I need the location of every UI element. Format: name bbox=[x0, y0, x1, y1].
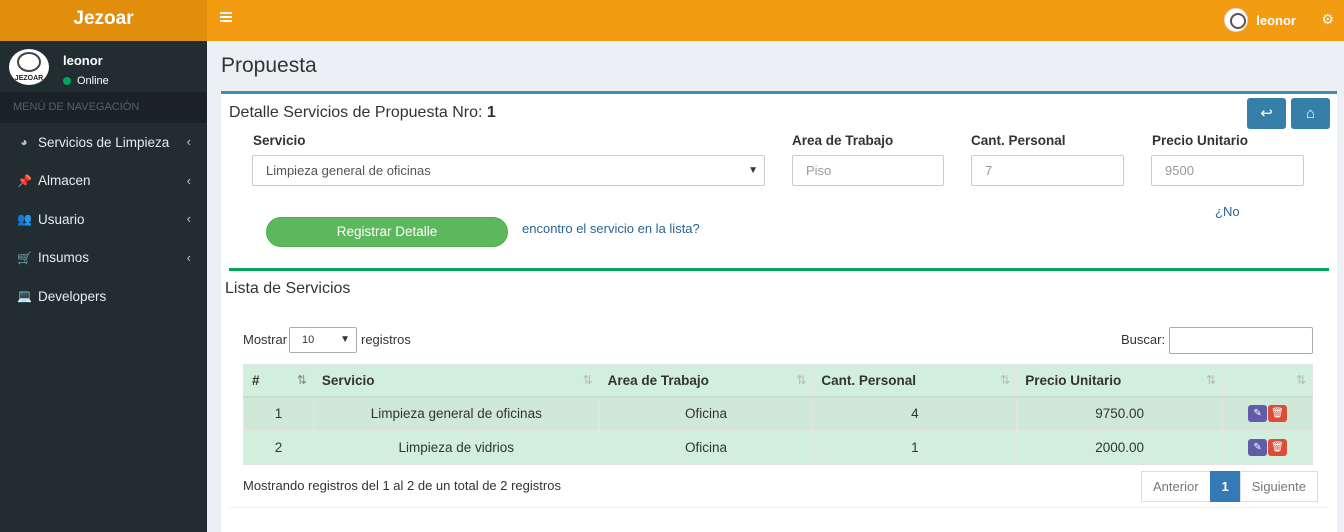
services-table: # ⇅ Servicio ⇅ Area de Trabajo ⇅ Cant. Pers… bbox=[243, 364, 1313, 465]
laptop-icon: 💻 bbox=[17, 289, 32, 304]
list-title: Lista de Servicios bbox=[225, 280, 351, 297]
proposal-number: 1 bbox=[486, 104, 496, 121]
sort-asc-icon: ⇅ bbox=[296, 373, 307, 387]
col-cant[interactable]: Cant. Personal ⇅ bbox=[812, 364, 1018, 398]
delete-button[interactable]: 🗑 bbox=[1268, 439, 1288, 456]
col-servicio[interactable]: Servicio ⇅ bbox=[312, 364, 600, 398]
search-input[interactable] bbox=[1169, 327, 1313, 354]
register-detail-button[interactable]: Registrar Detalle bbox=[266, 217, 508, 247]
navbar-user-name: leonor bbox=[1256, 12, 1296, 28]
menu-toggle-icon[interactable] bbox=[220, 12, 232, 24]
cell-cant: 1 bbox=[812, 430, 1018, 465]
user-panel: JEZOAR leonor Online bbox=[0, 41, 207, 92]
chevron-left-icon: ‹ bbox=[186, 211, 191, 226]
col-area[interactable]: Area de Trabajo ⇅ bbox=[598, 364, 814, 398]
sidebar: JEZOAR leonor Online MENÚ DE NAVEGACIÓN … bbox=[0, 41, 207, 532]
pagination-page-1[interactable]: 1 bbox=[1209, 471, 1241, 502]
divider bbox=[229, 507, 1329, 508]
cell-servicio: Limpieza general de oficinas bbox=[312, 396, 600, 431]
precio-input[interactable]: 9500 bbox=[1151, 155, 1304, 186]
home-button[interactable]: ⌂ bbox=[1291, 98, 1330, 129]
back-button[interactable]: ↩ bbox=[1247, 98, 1286, 129]
user-menu[interactable]: leonor bbox=[1224, 8, 1296, 32]
caret-down-icon: ▼ bbox=[748, 165, 758, 176]
cell-cant: 4 bbox=[812, 396, 1018, 431]
sort-icon: ⇅ bbox=[1000, 373, 1010, 387]
sidebar-avatar: JEZOAR bbox=[9, 49, 49, 85]
page-length-select[interactable]: 10 ▼ bbox=[289, 327, 357, 353]
cell-area: Oficina bbox=[598, 396, 814, 431]
status-online: Online bbox=[63, 75, 109, 87]
sort-icon: ⇅ bbox=[1205, 373, 1216, 387]
service-not-found-link[interactable]: encontro el servicio en la lista? bbox=[522, 221, 700, 236]
detail-box: Detalle Servicios de Propuesta Nro: 1 ↩ … bbox=[221, 91, 1337, 532]
pagination: Anterior 1 Siguiente bbox=[1141, 471, 1318, 502]
table-row: 2 Limpieza de vidrios Oficina 1 2000.00 … bbox=[243, 430, 1313, 465]
area-input[interactable]: Piso bbox=[792, 155, 944, 186]
trash-icon: 🗑 bbox=[1271, 442, 1284, 453]
gears-icon[interactable]: ⚙ bbox=[1321, 11, 1334, 28]
sidebar-item-servicios-limpieza[interactable]: ◕ Servicios de Limpieza ‹ bbox=[0, 123, 207, 162]
cell-precio: 2000.00 bbox=[1016, 430, 1224, 465]
chevron-left-icon: ‹ bbox=[186, 249, 191, 265]
cell-number: 1 bbox=[243, 396, 314, 431]
pagination-next[interactable]: Siguiente bbox=[1239, 471, 1318, 502]
col-precio[interactable]: Precio Unitario ⇅ bbox=[1016, 364, 1224, 398]
precio-label: Precio Unitario bbox=[1152, 133, 1249, 148]
nav-header: MENÚ DE NAVEGACIÓN bbox=[0, 92, 207, 123]
length-prefix: Mostrar bbox=[243, 332, 288, 347]
col-actions[interactable]: ⇅ bbox=[1222, 364, 1313, 398]
top-navbar: leonor ⚙ bbox=[207, 0, 1344, 41]
sort-icon: ⇅ bbox=[1295, 373, 1306, 387]
pagination-prev[interactable]: Anterior bbox=[1141, 471, 1211, 502]
page-title: Propuesta bbox=[221, 54, 317, 77]
sort-icon: ⇅ bbox=[582, 373, 593, 387]
sidebar-user-name: leonor bbox=[63, 53, 103, 68]
edit-button[interactable]: ✎ bbox=[1248, 405, 1268, 423]
cant-input[interactable]: 7 bbox=[971, 155, 1124, 186]
servicio-select[interactable]: Limpieza general de oficinas ▼ bbox=[252, 155, 765, 186]
length-suffix: registros bbox=[361, 332, 411, 347]
online-dot-icon bbox=[63, 77, 71, 85]
chevron-left-icon: ‹ bbox=[186, 134, 191, 149]
trash-icon: 🗑 bbox=[1271, 408, 1284, 420]
edit-button[interactable]: ✎ bbox=[1248, 439, 1268, 456]
pin-icon: 📌 bbox=[17, 173, 32, 188]
cell-number: 2 bbox=[243, 430, 314, 465]
cell-area: Oficina bbox=[598, 430, 814, 465]
no-link[interactable]: ¿No bbox=[1215, 204, 1240, 219]
search-label: Buscar: bbox=[1121, 332, 1166, 347]
sidebar-item-insumos[interactable]: 🛒 Insumos ‹ bbox=[0, 239, 207, 278]
servicio-label: Servicio bbox=[253, 133, 306, 148]
cart-icon: 🛒 bbox=[17, 250, 32, 265]
sidebar-item-almacen[interactable]: 📌 Almacen ‹ bbox=[0, 162, 207, 201]
sort-icon: ⇅ bbox=[796, 373, 806, 387]
sidebar-item-usuario[interactable]: 👥 Usuario ‹ bbox=[0, 200, 207, 239]
dashboard-icon: ◕ bbox=[20, 135, 28, 150]
detail-title: Detalle Servicios de Propuesta Nro: 1 bbox=[229, 104, 496, 121]
app-logo[interactable]: Jezoar bbox=[0, 0, 207, 41]
cell-actions: ✎ 🗑 bbox=[1222, 396, 1313, 431]
area-label: Area de Trabajo bbox=[792, 133, 894, 148]
reply-icon: ↩ bbox=[1260, 105, 1273, 122]
chevron-left-icon: ‹ bbox=[186, 172, 191, 188]
cant-label: Cant. Personal bbox=[971, 133, 1066, 148]
table-row: 1 Limpieza general de oficinas Oficina 4… bbox=[243, 396, 1313, 431]
delete-button[interactable]: 🗑 bbox=[1268, 405, 1288, 423]
table-info: Mostrando registros del 1 al 2 de un tot… bbox=[243, 478, 561, 493]
edit-icon: ✎ bbox=[1253, 442, 1262, 453]
home-icon: ⌂ bbox=[1305, 105, 1316, 122]
sidebar-item-developers[interactable]: 💻 Developers bbox=[0, 277, 207, 316]
avatar bbox=[1224, 8, 1249, 32]
users-icon: 👥 bbox=[17, 212, 32, 227]
cell-actions: ✎ 🗑 bbox=[1222, 430, 1313, 465]
col-number[interactable]: # ⇅ bbox=[243, 364, 314, 398]
edit-icon: ✎ bbox=[1253, 408, 1262, 420]
cell-servicio: Limpieza de vidrios bbox=[312, 430, 600, 465]
cell-precio: 9750.00 bbox=[1016, 396, 1224, 431]
caret-down-icon: ▼ bbox=[340, 334, 350, 345]
divider bbox=[229, 268, 1329, 271]
table-header-row: # ⇅ Servicio ⇅ Area de Trabajo ⇅ Cant. Pers… bbox=[243, 364, 1313, 398]
